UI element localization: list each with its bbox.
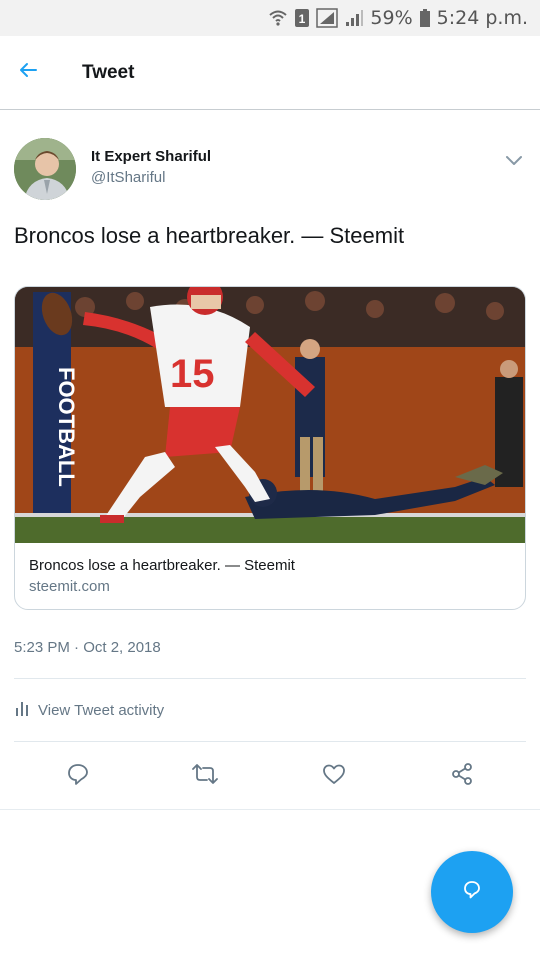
view-tweet-activity[interactable]: View Tweet activity: [14, 698, 164, 722]
tweet-timestamp: 5:23 PM · Oct 2, 2018: [14, 639, 161, 656]
bar-chart-icon: [14, 699, 30, 721]
banner-text: FOOTBALL: [54, 367, 79, 487]
back-button[interactable]: [0, 36, 56, 110]
retweet-button[interactable]: [185, 756, 225, 796]
tweet-actions: [0, 744, 540, 804]
status-bar: 1 59% 5:24 p.m.: [0, 0, 540, 36]
share-icon: [450, 762, 474, 791]
reply-button[interactable]: [58, 756, 98, 796]
author-handle[interactable]: @ItShariful: [91, 169, 165, 186]
card-image: FOOTBALL 15: [15, 287, 525, 543]
divider: [0, 809, 540, 810]
signal-icon: [316, 8, 339, 28]
battery-icon: [419, 8, 431, 28]
like-icon: [322, 762, 346, 791]
divider: [14, 678, 526, 679]
retweet-icon: [192, 762, 218, 791]
compose-reply-icon: [460, 878, 484, 907]
battery-percent: 59%: [370, 7, 413, 29]
like-button[interactable]: [314, 756, 354, 796]
share-button[interactable]: [442, 756, 482, 796]
avatar[interactable]: [14, 138, 76, 200]
author-row: It Expert Shariful @ItShariful: [14, 138, 526, 200]
reply-fab[interactable]: [431, 851, 513, 933]
page-title: Tweet: [82, 61, 135, 83]
wifi-icon: [268, 8, 288, 28]
reply-icon: [66, 762, 90, 791]
clock: 5:24 p.m.: [436, 7, 528, 29]
tweet-text: Broncos lose a heartbreaker. — Steemit: [14, 223, 405, 248]
divider: [14, 741, 526, 742]
app-bar: Tweet: [0, 36, 540, 110]
svg-text:1: 1: [299, 12, 306, 26]
activity-label: View Tweet activity: [38, 701, 165, 719]
card-domain: steemit.com: [29, 578, 110, 595]
chevron-down-icon[interactable]: [502, 148, 526, 172]
card-title: Broncos lose a heartbreaker. — Steemit: [29, 557, 295, 574]
signal-icon: [344, 8, 364, 28]
link-card[interactable]: FOOTBALL 15 Broncos lose a heartbreaker.…: [14, 286, 526, 610]
sim-icon: 1: [294, 8, 310, 28]
jersey-number: 15: [170, 352, 215, 396]
author-name[interactable]: It Expert Shariful: [91, 148, 211, 165]
arrow-left-icon: [18, 60, 38, 85]
